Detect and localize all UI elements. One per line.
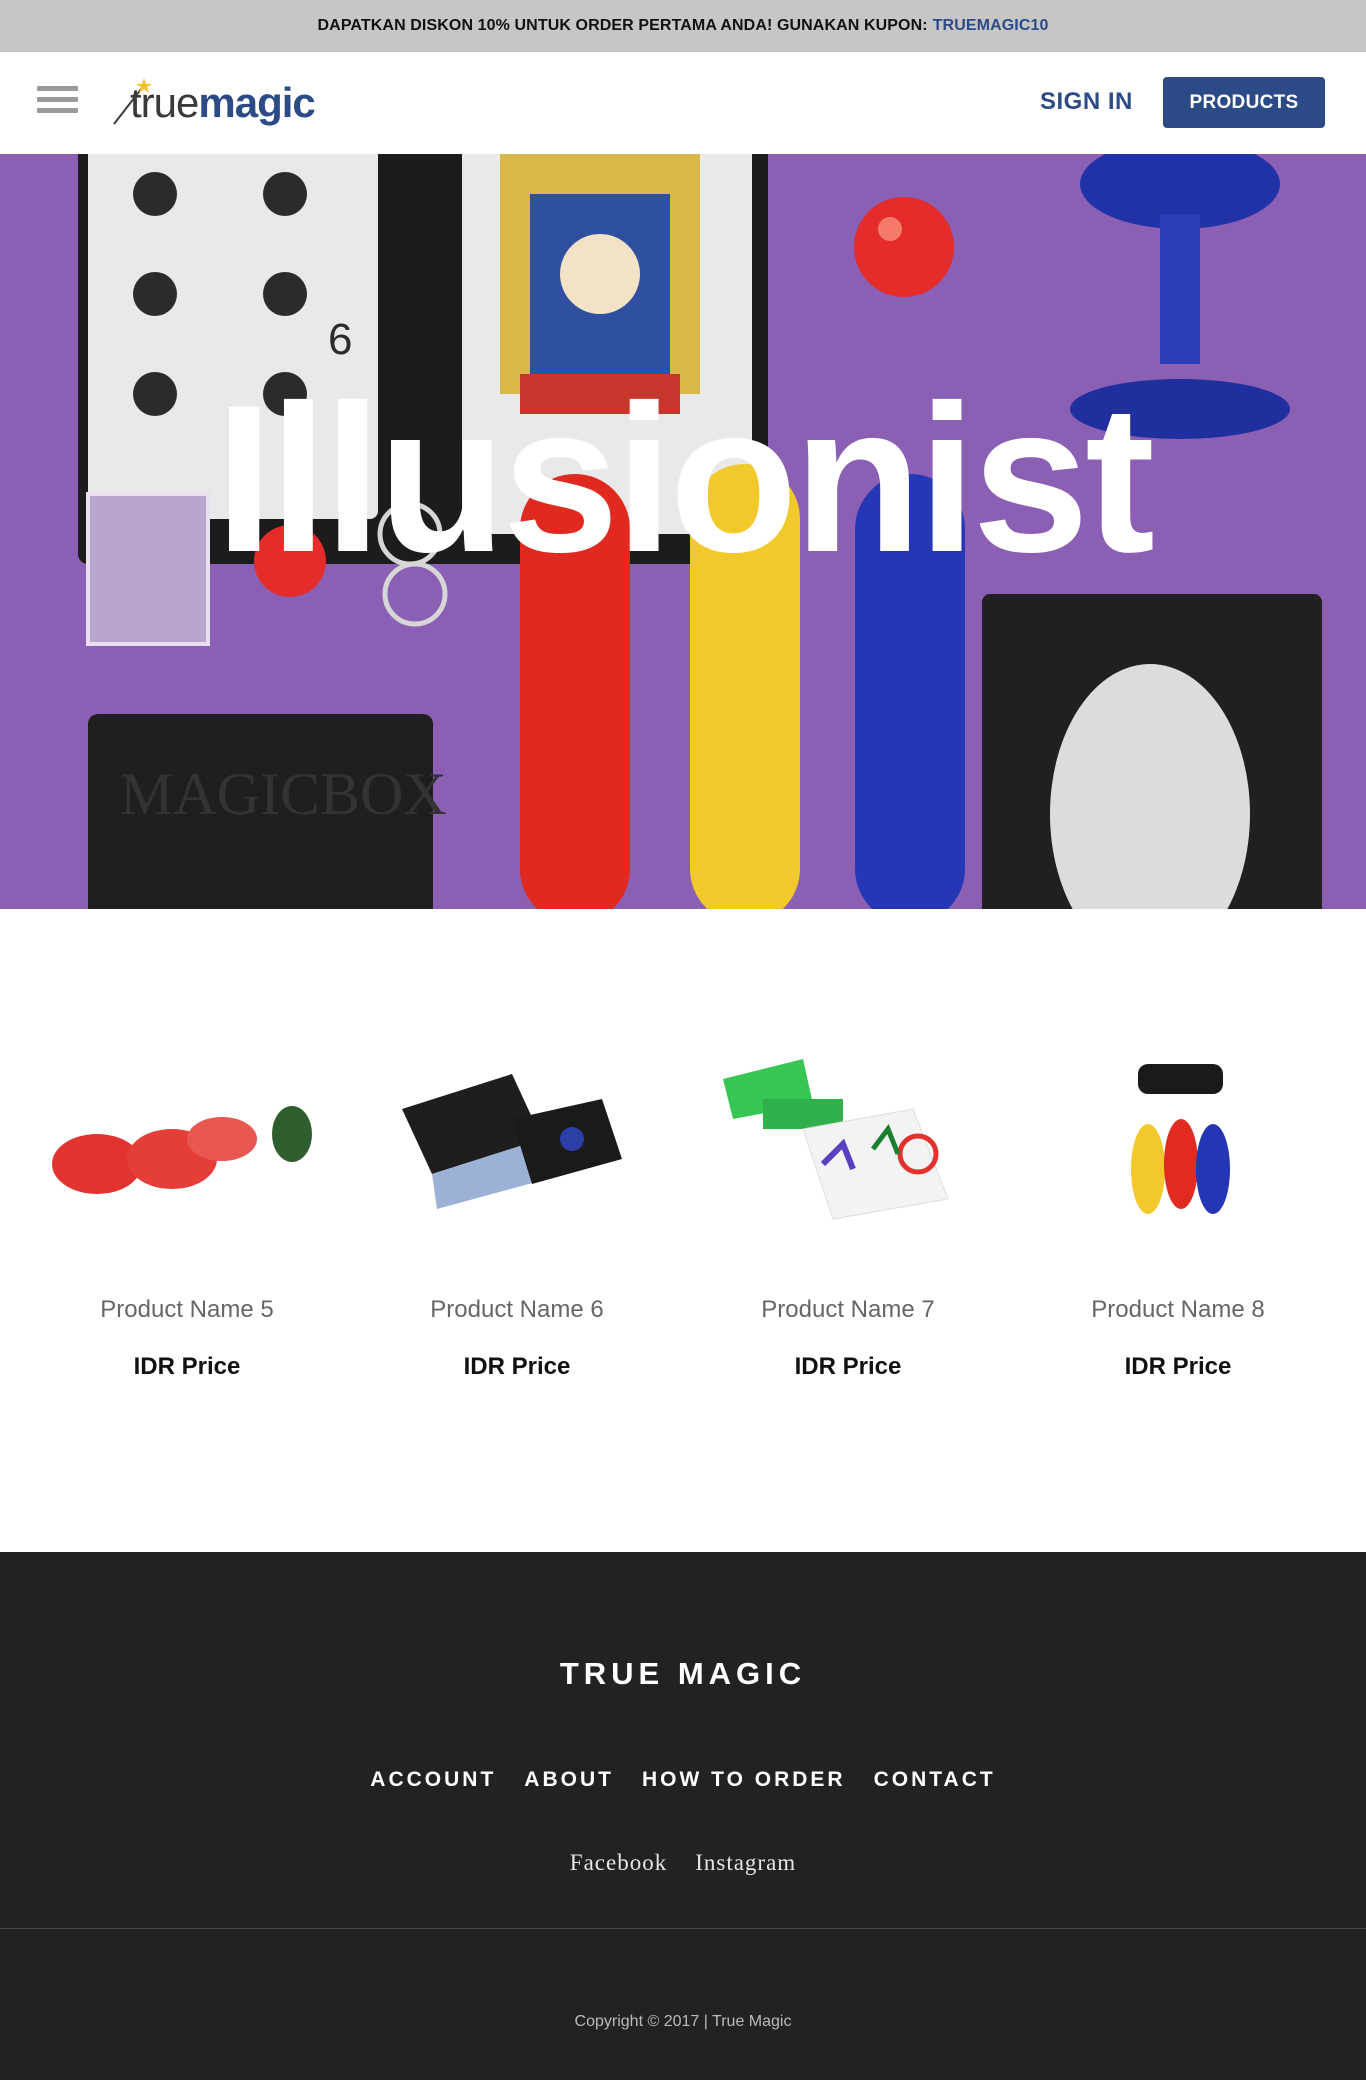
product-name: Product Name 7: [761, 1296, 935, 1323]
footer-nav: ACCOUNT ABOUT HOW TO ORDER CONTACT: [0, 1768, 1366, 1792]
footer-link-account[interactable]: ACCOUNT: [370, 1768, 496, 1792]
product-card[interactable]: Product Name 5 IDR Price: [22, 909, 352, 1409]
product-name: Product Name 5: [100, 1296, 274, 1323]
promo-code: TRUEMAGIC10: [932, 17, 1049, 34]
hero-banner: 6 MAGICBOX Illusionist: [0, 154, 1366, 909]
copyright: Copyright © 2017 | True Magic: [574, 2013, 792, 2030]
logo[interactable]: true magic: [112, 68, 342, 138]
instagram-link[interactable]: Instagram: [695, 1850, 796, 1876]
product-image[interactable]: [1013, 969, 1343, 1269]
product-name: Product Name 8: [1091, 1296, 1265, 1323]
product-image[interactable]: [352, 969, 682, 1269]
promo-text: DAPATKAN DISKON 10% UNTUK ORDER PERTAMA …: [317, 17, 928, 34]
svg-text:MAGICBOX: MAGICBOX: [120, 761, 447, 827]
product-image[interactable]: [22, 969, 352, 1269]
site-footer: TRUE MAGIC ACCOUNT ABOUT HOW TO ORDER CO…: [0, 1552, 1366, 2080]
product-card[interactable]: Product Name 6 IDR Price: [352, 909, 682, 1409]
product-price: IDR Price: [1124, 1353, 1232, 1380]
footer-divider: [0, 1928, 1366, 1929]
product-price: IDR Price: [133, 1353, 241, 1380]
sign-in-link[interactable]: SIGN IN: [1040, 88, 1133, 116]
logo-text-magic: magic: [198, 79, 315, 126]
product-card[interactable]: Product Name 8 IDR Price: [1013, 909, 1343, 1409]
footer-link-about[interactable]: ABOUT: [524, 1768, 614, 1792]
hero-title: Illusionist: [214, 361, 1155, 596]
product-name: Product Name 6: [430, 1296, 604, 1323]
svg-text:6: 6: [328, 315, 352, 364]
magic-wand-icon: [113, 78, 152, 125]
product-price: IDR Price: [794, 1353, 902, 1380]
facebook-link[interactable]: Facebook: [570, 1850, 667, 1876]
footer-link-contact[interactable]: CONTACT: [874, 1768, 996, 1792]
menu-icon[interactable]: [37, 86, 78, 118]
product-card[interactable]: Product Name 7 IDR Price: [683, 909, 1013, 1409]
site-header: true magic SIGN IN PRODUCTS: [0, 52, 1366, 154]
product-grid: Product Name 5 IDR Price Product Name 6 …: [0, 909, 1366, 1552]
product-image[interactable]: [683, 969, 1013, 1269]
products-button[interactable]: PRODUCTS: [1163, 77, 1325, 128]
product-price: IDR Price: [463, 1353, 571, 1380]
footer-brand: TRUE MAGIC: [559, 1656, 807, 1691]
social-links: Facebook Instagram: [0, 1850, 1366, 1876]
footer-link-how-to-order[interactable]: HOW TO ORDER: [642, 1768, 846, 1792]
promo-bar: DAPATKAN DISKON 10% UNTUK ORDER PERTAMA …: [0, 0, 1366, 52]
